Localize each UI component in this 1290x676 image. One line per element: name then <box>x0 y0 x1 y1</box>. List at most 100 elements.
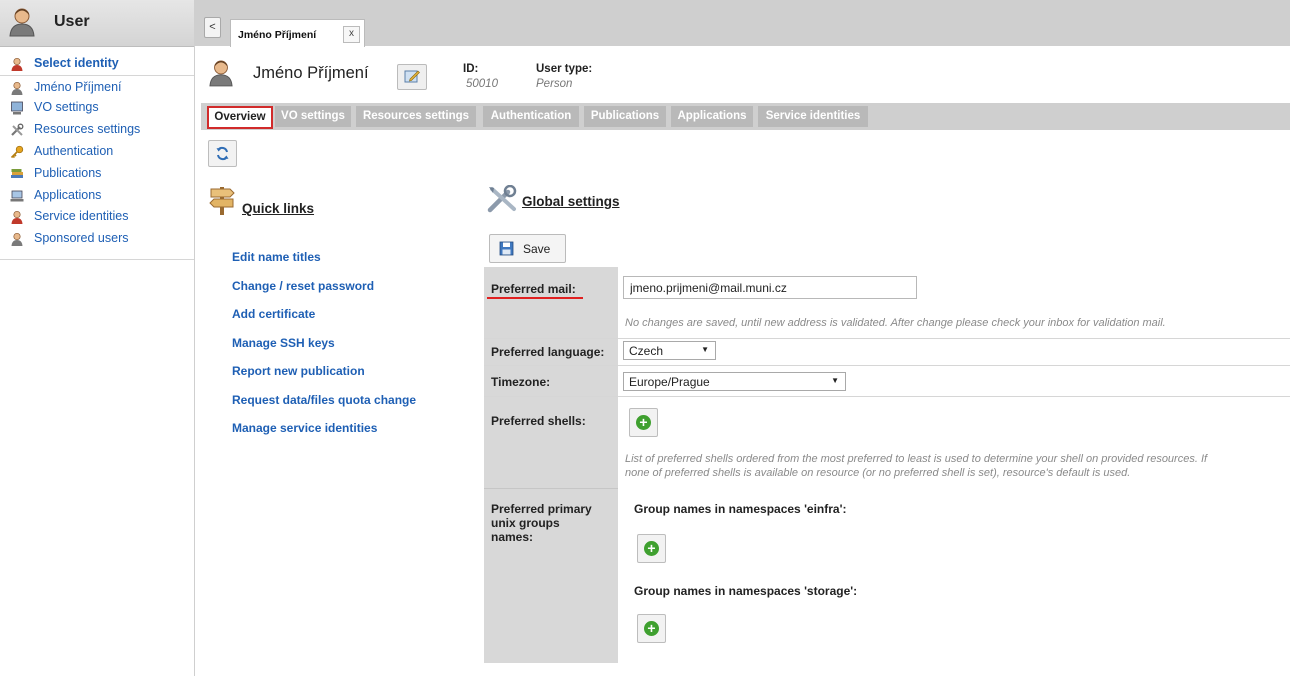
sidebar-divider <box>0 75 194 76</box>
edit-icon <box>404 69 420 87</box>
laptop-icon <box>10 189 24 203</box>
global-settings-title: Global settings <box>522 194 620 209</box>
sidebar-item-label: Publications <box>34 166 102 180</box>
sidebar-item-label: Authentication <box>34 144 114 158</box>
tab-service-identities[interactable]: Service identities <box>758 106 868 127</box>
sidebar-header: User <box>0 0 194 47</box>
person-icon <box>10 57 24 71</box>
sidebar-divider <box>0 259 194 260</box>
refresh-button[interactable] <box>208 140 237 167</box>
refresh-icon <box>215 146 230 164</box>
tab-publications[interactable]: Publications <box>584 106 666 127</box>
unix-groups-label-line2: unix groups <box>491 516 560 530</box>
tab-overview[interactable]: Overview <box>207 106 273 129</box>
row-divider <box>484 488 618 489</box>
key-icon <box>10 145 24 159</box>
link-request-quota-change[interactable]: Request data/files quota change <box>232 393 416 407</box>
tab-authentication[interactable]: Authentication <box>483 106 579 127</box>
person-name: Jméno Příjmení <box>253 64 369 82</box>
preferred-language-label: Preferred language: <box>491 345 605 359</box>
tab-applications[interactable]: Applications <box>671 106 753 127</box>
sidebar-item-service-identities[interactable]: Service identities <box>0 207 193 227</box>
tools-icon <box>10 123 24 137</box>
sidebar: User Select identity Jméno Příjmení VO s… <box>0 0 195 676</box>
tab-bar: < Jméno Příjmení x <box>195 0 1290 47</box>
unix-groups-label-line1: Preferred primary <box>491 502 592 516</box>
user-type-value: Person <box>536 78 573 90</box>
user-icon <box>9 7 35 40</box>
tab-person[interactable]: Jméno Příjmení x <box>230 19 365 47</box>
tab-vo-settings[interactable]: VO settings <box>275 106 351 127</box>
sidebar-item-person[interactable]: Jméno Příjmení <box>0 78 193 98</box>
sidebar-item-sponsored-users[interactable]: Sponsored users <box>0 229 193 249</box>
link-report-publication[interactable]: Report new publication <box>232 364 365 378</box>
unix-groups-label-line3: names: <box>491 530 534 544</box>
dropdown-arrow-icon: ▼ <box>701 345 709 354</box>
highlight-underline <box>487 297 583 299</box>
link-change-password[interactable]: Change / reset password <box>232 279 374 293</box>
sidebar-item-label: VO settings <box>34 100 99 114</box>
preferred-mail-label: Preferred mail: <box>491 282 576 296</box>
tab-resources-settings[interactable]: Resources settings <box>356 106 476 127</box>
books-icon <box>10 167 24 181</box>
add-shell-button[interactable]: + <box>629 408 658 437</box>
sidebar-item-publications[interactable]: Publications <box>0 164 193 184</box>
preferred-mail-note: No changes are saved, until new address … <box>625 317 1166 329</box>
row-divider <box>484 365 1290 366</box>
save-icon <box>499 241 514 259</box>
preferred-shells-note-line2: none of preferred shells is available on… <box>625 467 1131 479</box>
sidebar-item-authentication[interactable]: Authentication <box>0 142 193 162</box>
add-storage-group-button[interactable]: + <box>637 614 666 643</box>
select-value: Czech <box>629 344 664 358</box>
einfra-groups-label: Group names in namespaces 'einfra': <box>634 502 847 516</box>
computer-icon <box>10 101 24 115</box>
sidebar-item-vo-settings[interactable]: VO settings <box>0 98 193 118</box>
save-label: Save <box>523 242 551 256</box>
row-divider <box>484 396 1290 397</box>
person-icon <box>10 232 24 246</box>
link-manage-service-identities[interactable]: Manage service identities <box>232 421 377 435</box>
sidebar-item-resources-settings[interactable]: Resources settings <box>0 120 193 140</box>
add-icon: + <box>644 621 659 636</box>
close-tab-button[interactable]: x <box>343 26 360 43</box>
user-type-label: User type: <box>536 63 593 75</box>
add-icon: + <box>644 541 659 556</box>
sidebar-item-label: Sponsored users <box>34 231 129 245</box>
settings-label-column <box>484 267 618 663</box>
tab-label: Jméno Příjmení <box>238 29 317 41</box>
preferred-shells-label: Preferred shells: <box>491 414 586 428</box>
tools-icon <box>486 184 518 216</box>
sidebar-title: User <box>54 13 90 30</box>
add-icon: + <box>636 415 651 430</box>
signpost-icon <box>208 183 236 218</box>
link-edit-name-titles[interactable]: Edit name titles <box>232 250 321 264</box>
preferred-shells-note-line1: List of preferred shells ordered from th… <box>625 453 1208 465</box>
sidebar-item-label: Applications <box>34 188 102 202</box>
id-value: 50010 <box>466 78 498 90</box>
select-value: Europe/Prague <box>629 375 710 389</box>
quick-links-title: Quick links <box>242 201 315 216</box>
dropdown-arrow-icon: ▼ <box>831 376 839 385</box>
person-icon <box>10 210 24 224</box>
link-add-certificate[interactable]: Add certificate <box>232 307 315 321</box>
sidebar-item-select-identity[interactable]: Select identity <box>0 54 193 74</box>
inner-tab-bar: Overview VO settings Resources settings … <box>201 103 1290 130</box>
preferred-mail-input[interactable] <box>623 276 917 299</box>
storage-groups-label: Group names in namespaces 'storage': <box>634 584 858 598</box>
sidebar-item-label: Resources settings <box>34 122 141 136</box>
link-manage-ssh-keys[interactable]: Manage SSH keys <box>232 336 335 350</box>
timezone-select[interactable]: Europe/Prague ▼ <box>623 372 846 391</box>
edit-button[interactable] <box>397 64 427 90</box>
sidebar-item-label: Service identities <box>34 209 129 223</box>
sidebar-item-label: Jméno Příjmení <box>34 80 122 94</box>
preferred-language-select[interactable]: Czech ▼ <box>623 341 716 360</box>
save-button[interactable]: Save <box>489 234 566 263</box>
timezone-label: Timezone: <box>491 375 551 389</box>
user-icon <box>209 59 233 90</box>
add-einfra-group-button[interactable]: + <box>637 534 666 563</box>
back-button[interactable]: < <box>204 17 221 38</box>
id-label: ID: <box>463 63 479 75</box>
sidebar-item-label: Select identity <box>34 56 119 70</box>
person-icon <box>10 81 24 95</box>
sidebar-item-applications[interactable]: Applications <box>0 186 193 206</box>
